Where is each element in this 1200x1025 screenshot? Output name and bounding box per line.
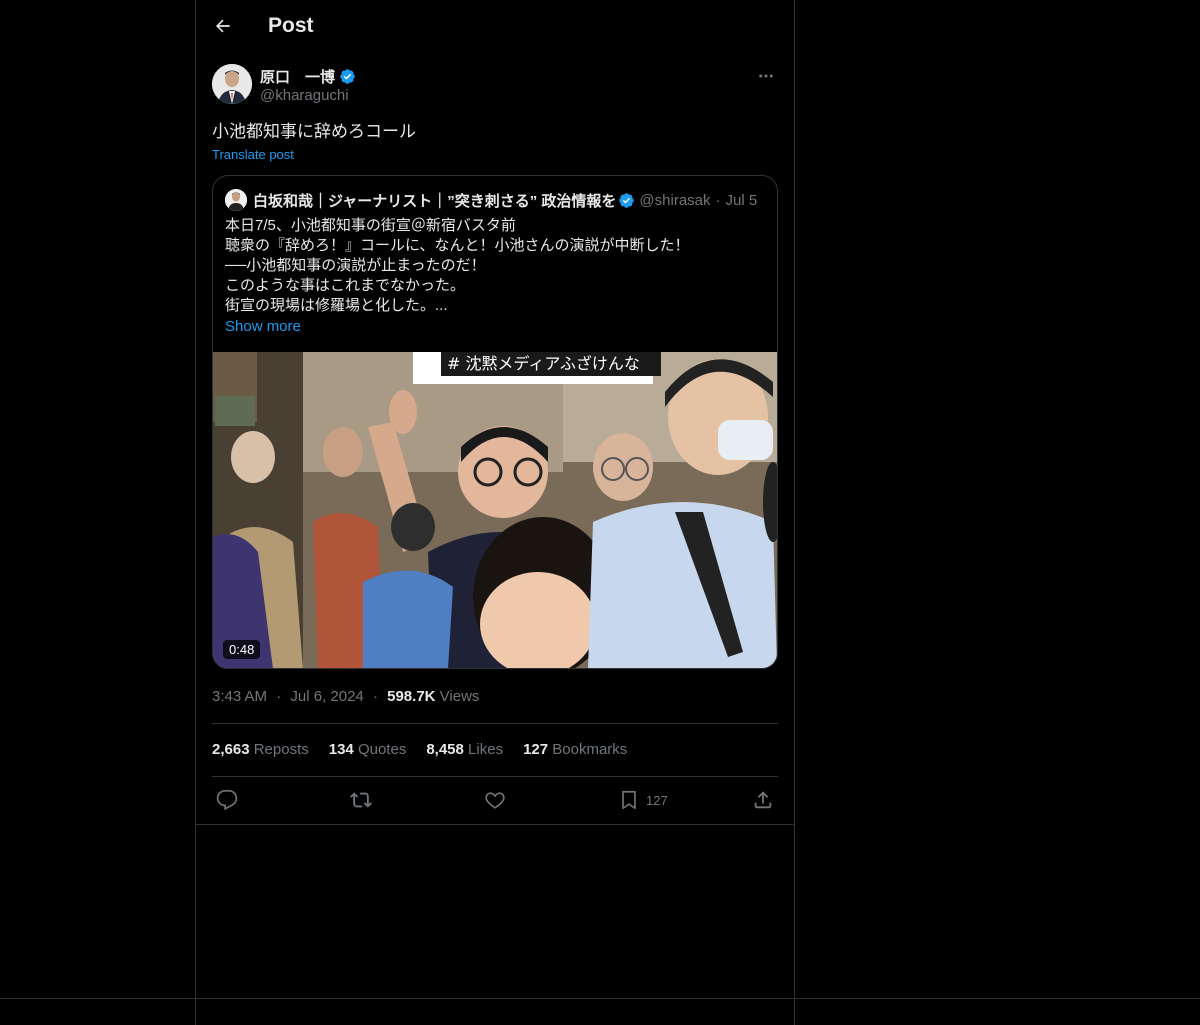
video-duration: 0:48 <box>223 640 261 659</box>
quotes-count: 134 <box>328 741 354 758</box>
author-handle[interactable]: @kharaguchi <box>260 87 349 104</box>
reposts-stat[interactable]: 2,663 Reposts <box>212 741 309 758</box>
share-icon <box>754 791 772 809</box>
like-button[interactable] <box>484 786 506 814</box>
quoted-text-line: 本日7/5、小池都知事の街宣＠新宿バスタ前 <box>225 217 516 234</box>
divider <box>212 723 778 724</box>
protest-sign-text: # 沈黙メディアふざけんな <box>447 354 640 373</box>
post-text: 小池都知事に辞めろコール <box>212 122 416 141</box>
divider <box>196 824 794 825</box>
post-metadata: 3:43 AM · Jul 6, 2024 · 598.7K Views <box>212 688 778 705</box>
quotes-stat[interactable]: 134 Quotes <box>329 741 407 758</box>
post: 原口 一博 @kharaguchi 小池都知事に辞めろコール Translate… <box>212 64 778 811</box>
quoted-author-avatar <box>225 189 247 211</box>
verified-badge-icon <box>619 192 635 208</box>
back-button[interactable] <box>206 9 240 43</box>
action-bar: 127 <box>212 786 778 814</box>
bookmarks-count: 127 <box>523 741 549 758</box>
quoted-author-handle: @shirasak <box>639 191 711 209</box>
video-thumbnail: # 沈黙メディアふざけんな <box>213 352 777 668</box>
reply-button[interactable] <box>216 786 238 814</box>
show-more-link[interactable]: Show more <box>225 317 301 337</box>
quoted-post-text: 本日7/5、小池都知事の街宣＠新宿バスタ前 聴衆の『辞めろ！』コールに、なんと！… <box>225 216 765 337</box>
reposts-label: Reposts <box>253 741 309 758</box>
reposts-count: 2,663 <box>212 741 250 758</box>
author-row: 原口 一博 @kharaguchi <box>212 64 778 108</box>
main-column: Post 原口 一博 @kharaguchi 小池都知事に辞めろコール Tran… <box>195 0 795 1025</box>
reply-icon <box>216 790 238 811</box>
quoted-author-name: 白坂和哉｜ジャーナリスト｜”突き刺さる” 政治情報を <box>253 192 617 210</box>
quoted-text-line: 聴衆の『辞めろ！』コールに、なんと！小池さんの演説が中断した！ <box>225 237 690 254</box>
separator-dot: · <box>715 191 721 209</box>
divider <box>0 998 1200 999</box>
share-button[interactable] <box>752 786 774 814</box>
engagement-stats: 2,663 Reposts 134 Quotes 8,458 Likes 127… <box>212 741 778 758</box>
author-name-text: 原口 一博 <box>260 69 336 86</box>
post-date[interactable]: Jul 6, 2024 <box>290 688 363 705</box>
verified-badge-icon <box>340 69 355 84</box>
top-bar: Post <box>196 0 794 53</box>
bookmarks-stat[interactable]: 127 Bookmarks <box>523 741 627 758</box>
bookmarks-label: Bookmarks <box>552 741 628 758</box>
quoted-post[interactable]: 白坂和哉｜ジャーナリスト｜”突き刺さる” 政治情報を @shirasak · J… <box>212 175 778 669</box>
likes-count: 8,458 <box>426 741 464 758</box>
bookmark-button[interactable]: 127 <box>618 786 668 814</box>
video-player[interactable]: # 沈黙メディアふざけんな 0:48 <box>213 352 777 668</box>
repost-button[interactable] <box>350 786 372 814</box>
likes-stat[interactable]: 8,458 Likes <box>426 741 503 758</box>
views-count: 598.7K <box>387 688 436 705</box>
page-title: Post <box>268 14 314 37</box>
likes-label: Likes <box>468 741 504 758</box>
quoted-post-date: Jul 5 <box>725 191 758 209</box>
quoted-text-line: 街宣の現場は修羅場と化した。... <box>225 297 448 314</box>
more-options-button[interactable] <box>754 64 778 88</box>
repost-icon <box>350 792 372 808</box>
heart-icon <box>485 792 505 809</box>
quoted-post-header: 白坂和哉｜ジャーナリスト｜”突き刺さる” 政治情報を @shirasak · J… <box>225 188 765 212</box>
post-time[interactable]: 3:43 AM <box>212 688 267 705</box>
more-horizontal-icon <box>759 74 773 78</box>
bookmark-icon <box>622 790 636 810</box>
translate-post-link[interactable]: Translate post <box>212 147 294 162</box>
page: Post 原口 一博 @kharaguchi 小池都知事に辞めろコール Tran… <box>0 0 1200 1025</box>
quoted-text-line: ──小池都知事の演説が止まったのだ！ <box>225 257 486 274</box>
author-avatar[interactable] <box>212 64 252 104</box>
quotes-label: Quotes <box>357 741 407 758</box>
separator-dot: · <box>276 688 282 705</box>
author-name[interactable]: 原口 一博 <box>260 66 356 87</box>
quoted-text-line: このような事はこれまでなかった。 <box>225 277 466 294</box>
arrow-left-icon <box>216 19 230 33</box>
bookmark-count: 127 <box>646 792 668 808</box>
views-label: Views <box>439 688 480 705</box>
divider <box>212 776 778 777</box>
separator-dot: · <box>372 688 378 705</box>
